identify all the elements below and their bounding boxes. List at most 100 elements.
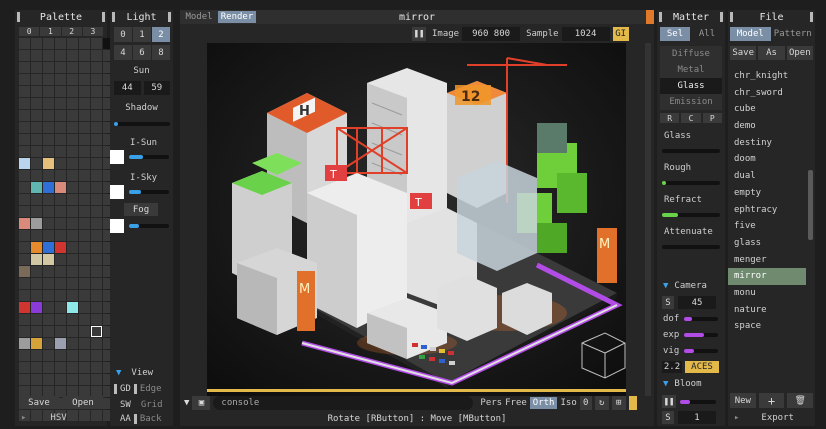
palette-swatch[interactable] <box>55 194 66 205</box>
palette-swatch[interactable] <box>79 278 90 289</box>
palette-swatch[interactable] <box>91 242 102 253</box>
material-emission[interactable]: Emission <box>660 94 722 110</box>
palette-swatch[interactable] <box>19 206 30 217</box>
palette-swatch[interactable] <box>43 146 54 157</box>
render-canvas[interactable]: H 12 M M T T <box>207 43 626 396</box>
palette-swatch[interactable] <box>55 266 66 277</box>
palette-swatch[interactable] <box>91 266 102 277</box>
palette-swatch[interactable] <box>79 290 90 301</box>
palette-swatch[interactable] <box>55 62 66 73</box>
palette-swatch[interactable] <box>31 206 42 217</box>
file-item[interactable]: nature <box>728 302 806 319</box>
palette-swatch[interactable] <box>91 134 102 145</box>
palette-swatch[interactable] <box>91 374 102 385</box>
palette-swatch[interactable] <box>91 194 102 205</box>
palette-swatch[interactable] <box>67 62 78 73</box>
palette-swatch[interactable] <box>19 134 30 145</box>
palette-swatch[interactable] <box>19 146 30 157</box>
palette-swatch[interactable] <box>67 230 78 241</box>
palette-swatch[interactable] <box>31 302 42 313</box>
palette-swatch[interactable] <box>79 314 90 325</box>
file-item[interactable]: destiny <box>728 135 806 152</box>
grid-label[interactable]: Grid <box>141 400 163 410</box>
palette-swatch[interactable] <box>31 314 42 325</box>
palette-swatch[interactable] <box>19 182 30 193</box>
palette-swatch[interactable] <box>67 122 78 133</box>
palette-swatch[interactable] <box>67 350 78 361</box>
palette-swatch[interactable] <box>67 74 78 85</box>
palette-swatch[interactable] <box>19 62 30 73</box>
file-item[interactable]: ephtracy <box>728 202 806 219</box>
palette-swatch[interactable] <box>79 50 90 61</box>
palette-swatch[interactable] <box>43 266 54 277</box>
palette-swatch[interactable] <box>31 62 42 73</box>
mode-orth[interactable]: Orth <box>529 396 558 409</box>
palette-swatch[interactable] <box>43 62 54 73</box>
palette-swatch[interactable] <box>91 182 102 193</box>
light-preset-2[interactable]: 2 <box>152 27 170 42</box>
palette-swatch[interactable] <box>55 170 66 181</box>
file-save-button[interactable]: Save <box>730 46 757 60</box>
screenshot-button[interactable]: ▣ <box>192 395 211 410</box>
aces-toggle[interactable]: ACES <box>685 361 719 373</box>
palette-swatch[interactable] <box>67 218 78 229</box>
reset-view-button[interactable]: ↻ <box>594 395 609 410</box>
gi-toggle[interactable]: GI <box>612 27 629 41</box>
palette-swatch[interactable] <box>79 134 90 145</box>
palette-swatch[interactable] <box>43 278 54 289</box>
palette-swatch[interactable] <box>67 374 78 385</box>
palette-swatch[interactable] <box>31 290 42 301</box>
file-new-button[interactable]: New <box>730 393 756 408</box>
palette-swatch[interactable] <box>79 122 90 133</box>
palette-swatch[interactable] <box>31 134 42 145</box>
palette-swatch[interactable] <box>43 134 54 145</box>
palette-swatch[interactable] <box>79 254 90 265</box>
light-preset-4[interactable]: 4 <box>114 45 132 60</box>
edge-label[interactable]: Edge <box>140 384 162 394</box>
palette-swatch[interactable] <box>67 194 78 205</box>
dof-slider[interactable] <box>684 317 718 321</box>
palette-swatch[interactable] <box>43 290 54 301</box>
sample-field[interactable]: 1024 <box>561 27 610 41</box>
file-tab-model[interactable]: Model <box>730 27 771 41</box>
palette-save-button[interactable]: Save <box>19 396 59 409</box>
palette-swatch[interactable] <box>31 122 42 133</box>
palette-swatch[interactable] <box>91 206 102 217</box>
sun-angle-2[interactable]: 59 <box>143 81 170 95</box>
palette-swatch[interactable] <box>55 254 66 265</box>
palette-swatch[interactable] <box>55 86 66 97</box>
palette-swatch[interactable] <box>79 338 90 349</box>
prop-refract-slider[interactable] <box>662 213 720 217</box>
prop-rough-slider[interactable] <box>662 181 720 185</box>
palette-swatch[interactable] <box>55 374 66 385</box>
mode-iso[interactable]: Iso <box>560 398 576 408</box>
palette-swatch[interactable] <box>79 266 90 277</box>
palette-swatch[interactable] <box>67 110 78 121</box>
palette-page-2[interactable]: 2 <box>61 27 82 36</box>
aa-label[interactable]: AA <box>120 414 131 424</box>
palette-swatch[interactable] <box>43 74 54 85</box>
palette-swatch[interactable] <box>55 158 66 169</box>
gd-checkbox[interactable] <box>114 384 117 394</box>
palette-swatch[interactable] <box>19 266 30 277</box>
palette-swatch[interactable] <box>31 266 42 277</box>
palette-swatch[interactable] <box>43 194 54 205</box>
palette-swatch[interactable] <box>91 98 102 109</box>
prop-attenuate-slider[interactable] <box>662 245 720 249</box>
palette-swatch[interactable] <box>19 74 30 85</box>
palette-swatch[interactable] <box>55 110 66 121</box>
palette-swatch[interactable] <box>43 182 54 193</box>
palette-swatch[interactable] <box>19 194 30 205</box>
rcp-r[interactable]: R <box>660 113 680 123</box>
camera-s-field[interactable]: 45 <box>678 296 716 309</box>
palette-swatch[interactable] <box>31 98 42 109</box>
palette-swatch[interactable] <box>91 278 102 289</box>
palette-swatch[interactable] <box>31 50 42 61</box>
light-preset-0[interactable]: 0 <box>114 27 132 42</box>
light-preset-6[interactable]: 6 <box>133 45 151 60</box>
palette-swatch[interactable] <box>67 266 78 277</box>
file-item-selected[interactable]: mirror <box>728 268 806 285</box>
palette-swatch[interactable] <box>43 218 54 229</box>
palette-swatch[interactable] <box>55 290 66 301</box>
palette-swatch[interactable] <box>55 218 66 229</box>
